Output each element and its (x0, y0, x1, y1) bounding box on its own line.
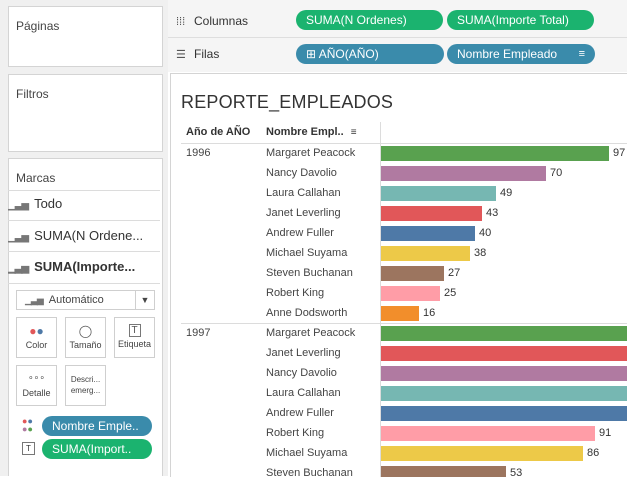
bar-nancy-davolio[interactable] (381, 166, 546, 181)
text-label-icon: T (128, 324, 141, 337)
bar-michael-suyama[interactable] (381, 446, 583, 461)
viz-title: REPORTE_EMPLEADOS (181, 92, 394, 112)
value-label: 86 (587, 447, 600, 459)
bar-chart-icon: ▁▃▅ (8, 232, 29, 243)
value-label: 38 (474, 247, 487, 259)
employee-label[interactable]: Laura Callahan (266, 387, 341, 399)
employee-label[interactable]: Michael Suyama (266, 247, 347, 259)
value-label: 70 (550, 167, 563, 179)
group-divider (181, 143, 627, 144)
color-card[interactable]: ●● Color (16, 317, 57, 358)
column-pill-amount[interactable]: SUMA(Importe Total) (447, 10, 594, 30)
bar-margaret-peacock[interactable] (381, 146, 609, 161)
label-card[interactable]: T Etiqueta (114, 317, 155, 358)
divider (168, 37, 627, 38)
row-pill-employee[interactable]: Nombre Empleado ≡ (447, 44, 595, 64)
pages-title: Páginas (16, 19, 60, 33)
marks-orders-tab[interactable]: ▁▃▅ SUMA(N Ordene... (8, 223, 158, 249)
year-label[interactable]: 1996 (186, 147, 210, 159)
mark-type-dropdown[interactable]: ▁▃▅ Automático ▼ (16, 290, 155, 310)
bar-andrew-fuller[interactable] (381, 226, 475, 241)
divider (8, 220, 160, 221)
color-field-row[interactable]: ●● ●● Nombre Emple.. (22, 416, 157, 436)
bar-steven-buchanan[interactable] (381, 266, 444, 281)
sort-descending-icon: ≡ (578, 48, 585, 60)
bar-margaret-peacock[interactable] (381, 326, 627, 341)
value-label: 16 (423, 307, 436, 319)
employee-label[interactable]: Margaret Peacock (266, 327, 355, 339)
label-field-pill[interactable]: SUMA(Import.. (42, 439, 152, 459)
value-label: 97 (613, 147, 626, 159)
divider (8, 251, 160, 252)
axis-line (380, 122, 381, 477)
size-card[interactable]: ◯ Tamaño (65, 317, 106, 358)
value-label: 43 (486, 207, 499, 219)
employee-label[interactable]: Robert King (266, 427, 324, 439)
employee-label[interactable]: Anne Dodsworth (266, 307, 347, 319)
label-field-row[interactable]: T SUMA(Import.. (22, 439, 157, 459)
bar-chart-icon: ▁▃▅ (8, 263, 29, 274)
group-divider (181, 323, 627, 324)
bar-michael-suyama[interactable] (381, 246, 470, 261)
value-label: 27 (448, 267, 461, 279)
year-header[interactable]: Año de AÑO (186, 126, 250, 138)
rows-shelf[interactable]: ☰ Filas ⊞ AÑO(AÑO) Nombre Empleado ≡ (168, 39, 627, 69)
bar-janet-leverling[interactable] (381, 206, 482, 221)
column-pill-orders[interactable]: SUMA(N Ordenes) (296, 10, 443, 30)
color-dots-icon: ●● ●● (22, 416, 33, 434)
bar-laura-callahan[interactable] (381, 186, 496, 201)
employee-header[interactable]: Nombre Empl.. ≡ (266, 126, 357, 138)
employee-label[interactable]: Laura Callahan (266, 187, 341, 199)
viz-canvas: REPORTE_EMPLEADOS Año de AÑO Nombre Empl… (170, 73, 627, 477)
marks-all-tab[interactable]: ▁▃▅ Todo (8, 191, 158, 217)
employee-label[interactable]: Robert King (266, 287, 324, 299)
filters-title: Filtros (16, 87, 49, 101)
bar-chart-icon: ▁▃▅ (8, 200, 29, 211)
employee-label[interactable]: Janet Leverling (266, 207, 341, 219)
filters-shelf[interactable]: Filtros (8, 74, 163, 152)
rows-shelf-label: ☰ Filas (176, 47, 220, 61)
pages-shelf[interactable]: Páginas (8, 6, 163, 67)
bar-chart-icon: ▁▃▅ (25, 295, 44, 305)
bar-nancy-davolio[interactable] (381, 366, 627, 381)
employee-label[interactable]: Andrew Fuller (266, 227, 334, 239)
sort-icon: ≡ (350, 127, 357, 138)
chevron-down-icon: ▼ (135, 291, 154, 309)
bar-andrew-fuller[interactable] (381, 406, 627, 421)
bar-robert-king[interactable] (381, 286, 440, 301)
bar-robert-king[interactable] (381, 426, 595, 441)
employee-label[interactable]: Steven Buchanan (266, 267, 353, 279)
employee-label[interactable]: Janet Leverling (266, 347, 341, 359)
bar-laura-callahan[interactable] (381, 386, 627, 401)
detail-card[interactable]: ∘∘∘ Detalle (16, 365, 57, 406)
detail-dots-icon: ∘∘∘ (28, 372, 45, 382)
value-label: 91 (599, 427, 612, 439)
value-label: 40 (479, 227, 492, 239)
columns-shelf-label: ⁞⁞⁞ Columnas (176, 14, 249, 28)
employee-label[interactable]: Margaret Peacock (266, 147, 355, 159)
marks-amount-tab[interactable]: ▁▃▅ SUMA(Importe... (8, 254, 158, 280)
employee-label[interactable]: Michael Suyama (266, 447, 347, 459)
marks-title: Marcas (16, 171, 56, 185)
row-pill-year[interactable]: ⊞ AÑO(AÑO) (296, 44, 444, 64)
size-icon: ◯ (78, 324, 93, 338)
text-T-icon: T (22, 442, 35, 455)
columns-icon: ⁞⁞⁞ (176, 16, 186, 28)
rows-icon: ☰ (176, 49, 186, 61)
employee-label[interactable]: Nancy Davolio (266, 167, 337, 179)
value-label: 25 (444, 287, 457, 299)
tooltip-card[interactable]: Descri... emerg... (65, 365, 106, 406)
value-label: 49 (500, 187, 513, 199)
color-palette-icon: ●● (29, 324, 44, 338)
color-field-pill[interactable]: Nombre Emple.. (42, 416, 152, 436)
bar-anne-dodsworth[interactable] (381, 306, 419, 321)
bar-steven-buchanan[interactable] (381, 466, 506, 477)
divider (8, 283, 160, 284)
bar-janet-leverling[interactable] (381, 346, 627, 361)
employee-label[interactable]: Nancy Davolio (266, 367, 337, 379)
year-label[interactable]: 1997 (186, 327, 210, 339)
columns-shelf[interactable]: ⁞⁞⁞ Columnas SUMA(N Ordenes) SUMA(Importe… (168, 6, 627, 36)
employee-label[interactable]: Andrew Fuller (266, 407, 334, 419)
